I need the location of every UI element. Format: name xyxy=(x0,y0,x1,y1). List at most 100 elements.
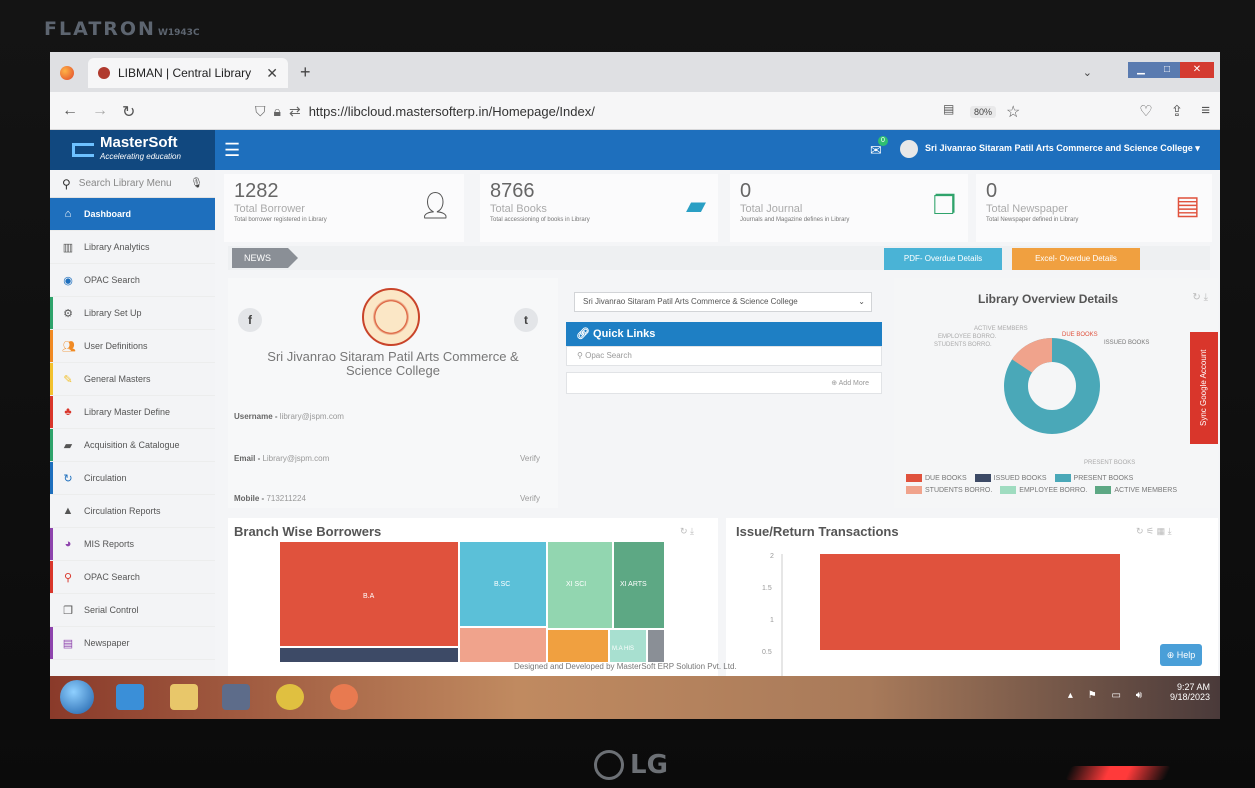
clock[interactable]: 9:27 AM 9/18/2023 xyxy=(1170,682,1210,702)
pdf-overdue-button[interactable]: PDF- Overdue Details xyxy=(884,248,1002,270)
quick-link-opac-search[interactable]: ⚲ Opac Search xyxy=(566,346,882,366)
treemap-cell-small-3 xyxy=(648,630,664,662)
treemap-cell-small-1 xyxy=(460,628,546,662)
college-emblem-logo xyxy=(362,288,420,346)
minimize-button[interactable]: ▁ xyxy=(1128,62,1154,78)
hamburger-menu-icon[interactable]: ☰ xyxy=(224,140,240,161)
stat-total-journal[interactable]: 0 Total Journal Journals and Magazine de… xyxy=(730,174,968,242)
chart-title: Branch Wise Borrowers xyxy=(234,524,382,539)
menu-icon[interactable]: ≡ xyxy=(1201,102,1210,120)
media-player-icon[interactable] xyxy=(222,684,250,710)
legend-item[interactable]: ISSUED BOOKS xyxy=(974,474,1047,482)
maximize-button[interactable]: □ xyxy=(1154,62,1180,78)
sidebar-item-circulation-reports[interactable]: ▲ Circulation Reports xyxy=(50,495,215,528)
username-field: Username - library@jspm.com xyxy=(234,412,344,421)
sync-google-account-tab[interactable]: Sync Google Account xyxy=(1190,332,1218,444)
stat-total-books[interactable]: 8766 Total Books Total accessioning of b… xyxy=(480,174,718,242)
callout-present-books: PRESENT BOOKS xyxy=(1084,460,1135,466)
sidebar-item-circulation[interactable]: ↻ Circulation xyxy=(50,462,215,495)
mastersoft-logo-icon xyxy=(72,143,94,157)
bookmark-star-icon[interactable]: ☆ xyxy=(1006,102,1020,122)
facebook-icon[interactable]: f xyxy=(238,308,262,332)
verify-email-link[interactable]: Verify xyxy=(520,454,540,463)
browser-navbar: ← → ↻ ⛉ 🔒︎ ⇄ https://libcloud.mastersoft… xyxy=(50,92,1220,130)
twitter-icon[interactable]: t xyxy=(514,308,538,332)
notification-icon[interactable]: ✉ 0 xyxy=(870,136,888,159)
legend-item[interactable]: ACTIVE MEMBERS xyxy=(1095,486,1177,494)
y-tick: 1 xyxy=(770,617,774,624)
reader-view-icon[interactable]: ▤ xyxy=(943,102,954,116)
legend-item[interactable]: DUE BOOKS xyxy=(906,474,967,482)
mastersoft-logo[interactable]: MasterSoft Accelerating education xyxy=(50,130,215,170)
lock-icon: 🔒︎ xyxy=(273,102,281,119)
sidebar-item-library-master-define[interactable]: ♣ Library Master Define xyxy=(50,396,215,429)
new-tab-button[interactable]: + xyxy=(300,62,311,83)
chrome-icon[interactable] xyxy=(276,684,304,710)
share-icon[interactable]: ⇪ xyxy=(1171,102,1184,120)
stat-sub: Total accessioning of books in Library xyxy=(490,217,590,223)
sidebar-item-opac-search-2[interactable]: ⚲ OPAC Search xyxy=(50,561,215,594)
legend-item[interactable]: EMPLOYEE BORRO. xyxy=(1000,486,1087,494)
legend-item[interactable]: PRESENT BOOKS xyxy=(1054,474,1133,482)
start-button[interactable] xyxy=(60,680,94,714)
browser-tab[interactable]: LIBMAN | Central Library ✕ xyxy=(88,58,288,88)
help-button[interactable]: ⊕ Help xyxy=(1160,644,1202,666)
overview-tools[interactable]: ↻ ⤓ xyxy=(1192,292,1208,303)
copy-icon: ❐ xyxy=(63,604,73,617)
close-tab-icon[interactable]: ✕ xyxy=(266,65,278,82)
forward-icon[interactable]: → xyxy=(92,102,108,120)
reload-icon[interactable]: ↻ xyxy=(122,102,135,122)
sidebar-item-user-definitions[interactable]: 👥︎ User Definitions xyxy=(50,330,215,363)
sidebar-item-newspaper[interactable]: ▤ Newspaper xyxy=(50,627,215,660)
bar xyxy=(820,554,1120,650)
pocket-icon[interactable]: ♡ xyxy=(1139,102,1152,120)
tab-list-chevron-icon[interactable]: ⌄ xyxy=(1083,66,1092,79)
y-tick: 1.5 xyxy=(762,585,772,592)
zoom-level[interactable]: 80% xyxy=(970,106,997,118)
chart-tools[interactable]: ↻ ⚟ ▦ ⤓ xyxy=(1136,526,1172,537)
sidebar-search-input[interactable]: Search Library Menu xyxy=(79,178,172,189)
y-tick: 2 xyxy=(770,553,774,560)
stat-label: Total Newspaper xyxy=(986,203,1068,215)
url-bar[interactable]: ⛉ 🔒︎ ⇄ https://libcloud.mastersofterp.in… xyxy=(255,100,995,122)
institution-dropdown[interactable]: Sri Jivanrao Sitaram Patil Arts Commerce… xyxy=(925,143,1200,154)
sidebar-item-mis-reports[interactable]: ◕ MIS Reports xyxy=(50,528,215,561)
college-select[interactable]: Sri Jivanrao Sitaram Patil Arts Commerce… xyxy=(574,292,872,312)
system-tray[interactable]: ▴ ⚑ ▭ 🔊︎ xyxy=(1068,690,1148,701)
favicon-icon xyxy=(98,67,110,79)
stat-total-borrower[interactable]: 1282 Total Borrower Total borrower regis… xyxy=(224,174,464,242)
sidebar-item-serial-control[interactable]: ❐ Serial Control xyxy=(50,594,215,627)
excel-overdue-button[interactable]: Excel- Overdue Details xyxy=(1012,248,1140,270)
chart-tools[interactable]: ↻ ⤓ xyxy=(680,526,694,537)
page-footer: Designed and Developed by MasterSoft ERP… xyxy=(514,662,737,671)
verify-mobile-link[interactable]: Verify xyxy=(520,494,540,503)
sidebar-item-dashboard[interactable]: ⌂ Dashboard xyxy=(50,198,215,231)
power-led xyxy=(1064,766,1172,780)
sidebar-item-acquisition-catalogue[interactable]: ▰ Acquisition & Catalogue xyxy=(50,429,215,462)
user-avatar[interactable] xyxy=(900,140,918,158)
stat-total-newspaper[interactable]: 0 Total Newspaper Total Newspaper define… xyxy=(976,174,1212,242)
close-window-button[interactable]: ✕ xyxy=(1180,62,1214,78)
user-icon: 👤︎ xyxy=(418,190,452,220)
sidebar-item-opac-search[interactable]: ◉ OPAC Search xyxy=(50,264,215,297)
screen: LIBMAN | Central Library ✕ + ⌄ ▁ □ ✕ ← →… xyxy=(50,52,1220,719)
ie-icon[interactable] xyxy=(116,684,144,710)
sidebar-item-general-masters[interactable]: ✎ General Masters xyxy=(50,363,215,396)
explorer-icon[interactable] xyxy=(170,684,198,710)
pie-icon: ◕ xyxy=(64,538,72,550)
sidebar-item-library-setup[interactable]: ⚙ Library Set Up xyxy=(50,297,215,330)
tab-title: LIBMAN | Central Library xyxy=(118,66,252,80)
back-icon[interactable]: ← xyxy=(62,102,78,120)
sidebar-item-library-analytics[interactable]: ▥ Library Analytics xyxy=(50,231,215,264)
firefox-taskbar-icon[interactable] xyxy=(330,684,358,710)
treemap-label-xi-sci: XI SCI xyxy=(566,581,586,588)
microphone-icon[interactable]: 🎙︎ xyxy=(190,178,203,189)
app-header: MasterSoft Accelerating education ☰ ✉ 0 Sr… xyxy=(50,130,1220,170)
stat-value: 0 xyxy=(740,180,752,202)
shield-icon: ⛉ xyxy=(255,102,266,119)
search-icon: ⚲ xyxy=(577,351,583,360)
sidebar-search[interactable]: ⚲ Search Library Menu 🎙︎ xyxy=(50,170,215,198)
add-more-link[interactable]: ⊕ Add More xyxy=(566,372,882,394)
bar-chart-icon: ▥ xyxy=(62,241,74,254)
legend-item[interactable]: STUDENTS BORRO. xyxy=(906,486,992,494)
